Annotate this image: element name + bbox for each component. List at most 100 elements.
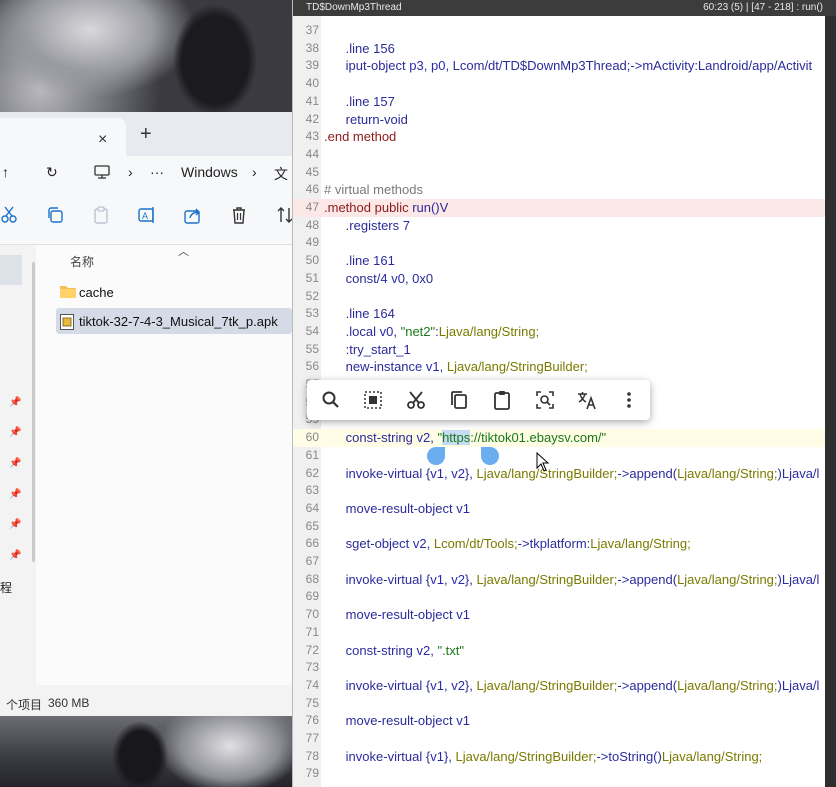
code-line[interactable]: 48 .registers 7: [293, 217, 825, 235]
code-line[interactable]: 77: [293, 730, 825, 748]
paste-icon[interactable]: [492, 390, 512, 410]
code-line[interactable]: 61: [293, 447, 825, 465]
code-line[interactable]: 78 invoke-virtual {v1}, Ljava/lang/Strin…: [293, 748, 825, 766]
code-line[interactable]: 50 .line 161: [293, 252, 825, 270]
code-line[interactable]: 76 move-result-object v1: [293, 712, 825, 730]
tab-bar: × +: [0, 112, 292, 156]
code-line[interactable]: 68 invoke-virtual {v1, v2}, Ljava/lang/S…: [293, 571, 825, 589]
breadcrumb-more[interactable]: ···: [150, 164, 164, 180]
search-icon[interactable]: [321, 390, 341, 410]
line-number: 60: [305, 430, 319, 445]
line-number: 70: [305, 607, 319, 622]
tab-active[interactable]: ×: [0, 118, 126, 156]
code-line[interactable]: 74 invoke-virtual {v1, v2}, Ljava/lang/S…: [293, 677, 825, 695]
tab-close-button[interactable]: ×: [98, 132, 107, 148]
code-line[interactable]: 42 return-void: [293, 111, 825, 129]
code-line[interactable]: 64 move-result-object v1: [293, 500, 825, 518]
new-tab-button[interactable]: +: [140, 124, 152, 144]
line-number: 47: [305, 200, 319, 214]
code-line[interactable]: 49: [293, 234, 825, 252]
text-selection-toolbar: [307, 380, 650, 420]
code-line[interactable]: 47 .method public run()V: [293, 199, 825, 217]
code-line[interactable]: 41 .line 157: [293, 93, 825, 111]
code-line[interactable]: 54 .local v0, "net2":Ljava/lang/String;: [293, 323, 825, 341]
code-line[interactable]: 38 .line 156: [293, 40, 825, 58]
line-number: 78: [305, 748, 319, 763]
line-number: 53: [305, 306, 319, 321]
line-text: invoke-virtual {v1, v2}, Ljava/lang/Stri…: [324, 465, 820, 481]
line-text: invoke-virtual {v1, v2}, Ljava/lang/Stri…: [324, 571, 820, 587]
line-number: 69: [305, 589, 319, 604]
breadcrumb-next[interactable]: 文: [274, 164, 288, 184]
code-line[interactable]: 46 # virtual methods: [293, 181, 825, 199]
code-line[interactable]: 75: [293, 695, 825, 713]
code-line[interactable]: 39 iput-object p3, p0, Lcom/dt/TD$DownMp…: [293, 57, 825, 75]
code-line[interactable]: 60 const-string v2, "https://tiktok01.eb…: [293, 429, 825, 447]
breadcrumb-windows[interactable]: Windows: [181, 164, 238, 180]
editor-title-bar: TD$DownMp3Thread 60:23 (5) | [47 - 218] …: [293, 0, 836, 16]
refresh-button[interactable]: ↻: [46, 164, 58, 181]
nav-item-label[interactable]: 程: [0, 579, 12, 596]
code-line[interactable]: 45: [293, 164, 825, 182]
monitor-icon[interactable]: [94, 165, 110, 179]
column-header-name[interactable]: 名称: [70, 253, 94, 270]
line-number: 76: [305, 713, 319, 728]
line-number: 62: [305, 465, 319, 480]
cursor-status: 60:23 (5) | [47 - 218] : run(): [703, 2, 823, 13]
line-number: 79: [305, 766, 319, 781]
editor-scrollbar[interactable]: [825, 16, 836, 787]
code-line[interactable]: 63: [293, 482, 825, 500]
share-icon[interactable]: [184, 206, 202, 224]
code-line[interactable]: 53 .line 164: [293, 305, 825, 323]
code-line[interactable]: 44: [293, 146, 825, 164]
code-line[interactable]: 37: [293, 22, 825, 40]
code-line[interactable]: 56 new-instance v1, Ljava/lang/StringBui…: [293, 358, 825, 376]
code-line[interactable]: 62 invoke-virtual {v1, v2}, Ljava/lang/S…: [293, 465, 825, 483]
line-text: .end method: [324, 129, 397, 145]
cut-icon[interactable]: [406, 390, 426, 410]
code-line[interactable]: 40: [293, 75, 825, 93]
code-line[interactable]: 55 :try_start_1: [293, 341, 825, 359]
folder-icon: [60, 286, 76, 298]
pin-icon: 📌: [9, 550, 22, 561]
code-line[interactable]: 65: [293, 518, 825, 536]
code-line[interactable]: 71: [293, 624, 825, 642]
code-line[interactable]: 67: [293, 553, 825, 571]
screen-search-icon[interactable]: [535, 390, 555, 410]
copy-icon[interactable]: [449, 390, 469, 410]
line-number: 75: [305, 695, 319, 710]
code-line[interactable]: 73: [293, 659, 825, 677]
code-line[interactable]: 70 move-result-object v1: [293, 606, 825, 624]
list-item[interactable]: cache: [56, 279, 292, 305]
selection-end-handle[interactable]: [481, 447, 499, 465]
nav-scrollbar[interactable]: [32, 262, 35, 562]
address-bar: ↑ ↻ › ··· Windows › 文: [0, 156, 292, 188]
more-icon[interactable]: [619, 390, 639, 410]
code-line[interactable]: 43 .end method: [293, 128, 825, 146]
paste-icon[interactable]: [92, 206, 110, 224]
delete-icon[interactable]: [230, 206, 248, 224]
code-line[interactable]: 66 sget-object v2, Lcom/dt/Tools;->tkpla…: [293, 535, 825, 553]
up-button[interactable]: ↑: [2, 164, 9, 180]
code-line[interactable]: 52: [293, 288, 825, 306]
line-number: 61: [305, 447, 319, 462]
line-number: 38: [305, 40, 319, 55]
selection-start-handle[interactable]: [427, 447, 445, 465]
list-item[interactable]: tiktok-32-7-4-3_Musical_7tk_p.apk: [56, 308, 292, 334]
code-line[interactable]: 69: [293, 588, 825, 606]
copy-icon[interactable]: [46, 206, 64, 224]
rename-icon[interactable]: A: [138, 206, 156, 224]
code-line[interactable]: 51 const/4 v0, 0x0: [293, 270, 825, 288]
select-all-icon[interactable]: [363, 390, 383, 410]
line-text: iput-object p3, p0, Lcom/dt/TD$DownMp3Th…: [324, 58, 813, 74]
nav-selected-item[interactable]: [0, 255, 22, 285]
code-line[interactable]: 79: [293, 765, 825, 783]
translate-icon[interactable]: [577, 390, 597, 410]
line-number: 46: [305, 182, 319, 197]
apk-icon: [60, 314, 74, 330]
selection-size: 360 MB: [48, 696, 90, 710]
line-number: 64: [305, 500, 319, 515]
code-line[interactable]: 72 const-string v2, ".txt": [293, 642, 825, 660]
file-title: TD$DownMp3Thread: [306, 2, 402, 13]
cut-icon[interactable]: [0, 206, 18, 224]
